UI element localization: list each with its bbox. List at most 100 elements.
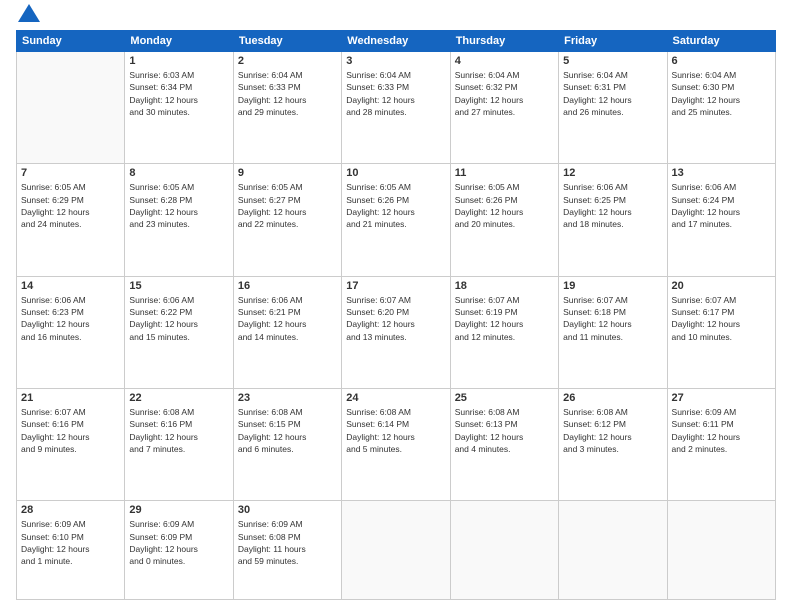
day-number: 21 [21,392,120,404]
day-number: 12 [563,167,662,179]
day-info: Sunrise: 6:08 AM Sunset: 6:12 PM Dayligh… [563,406,662,455]
day-number: 8 [129,167,228,179]
calendar-cell: 23 Sunrise: 6:08 AM Sunset: 6:15 PM Dayli… [233,388,341,500]
calendar-cell: 18 Sunrise: 6:07 AM Sunset: 6:19 PM Dayli… [450,276,558,388]
day-number: 14 [21,280,120,292]
calendar-header-thursday: Thursday [450,31,558,52]
calendar-cell: 24 Sunrise: 6:08 AM Sunset: 6:14 PM Dayli… [342,388,450,500]
day-info: Sunrise: 6:09 AM Sunset: 6:10 PM Dayligh… [21,518,120,567]
calendar-cell: 29Sunrise: 6:09 AM Sunset: 6:09 PM Dayli… [125,501,233,600]
day-info: Sunrise: 6:06 AM Sunset: 6:21 PM Dayligh… [238,294,337,343]
day-number: 30 [238,504,337,516]
day-number: 23 [238,392,337,404]
day-info: Sunrise: 6:04 AM Sunset: 6:33 PM Dayligh… [238,69,337,118]
day-info: Sunrise: 6:06 AM Sunset: 6:22 PM Dayligh… [129,294,228,343]
calendar-header-friday: Friday [559,31,667,52]
day-info: Sunrise: 6:05 AM Sunset: 6:26 PM Dayligh… [455,181,554,230]
calendar-week-5: 28 Sunrise: 6:09 AM Sunset: 6:10 PM Dayli… [17,501,776,600]
calendar-cell: 20 Sunrise: 6:07 AM Sunset: 6:17 PM Dayli… [667,276,775,388]
day-number: 27 [672,392,771,404]
calendar-cell: 8 Sunrise: 6:05 AM Sunset: 6:28 PM Daylig… [125,164,233,276]
day-number: 17 [346,280,445,292]
day-number: 9 [238,167,337,179]
calendar-cell: 1 Sunrise: 6:03 AM Sunset: 6:34 PM Daylig… [125,52,233,164]
day-info: Sunrise: 6:05 AM Sunset: 6:27 PM Dayligh… [238,181,337,230]
day-number: 1 [129,55,228,67]
calendar-week-2: 7 Sunrise: 6:05 AM Sunset: 6:29 PM Daylig… [17,164,776,276]
page: SundayMondayTuesdayWednesdayThursdayFrid… [0,0,792,612]
calendar-header-wednesday: Wednesday [342,31,450,52]
day-number: 16 [238,280,337,292]
day-number: 2 [238,55,337,67]
day-info: Sunrise: 6:04 AM Sunset: 6:33 PM Dayligh… [346,69,445,118]
logo-icon [18,4,40,22]
calendar-cell: 10 Sunrise: 6:05 AM Sunset: 6:26 PM Dayli… [342,164,450,276]
calendar-cell: 5Sunrise: 6:04 AM Sunset: 6:31 PM Daylig… [559,52,667,164]
day-info: Sunrise: 6:05 AM Sunset: 6:28 PM Dayligh… [129,181,228,230]
calendar-cell [667,501,775,600]
day-info: Sunrise: 6:03 AM Sunset: 6:34 PM Dayligh… [129,69,228,118]
calendar-cell: 26Sunrise: 6:08 AM Sunset: 6:12 PM Dayli… [559,388,667,500]
calendar-cell: 22 Sunrise: 6:08 AM Sunset: 6:16 PM Dayli… [125,388,233,500]
calendar-cell: 7 Sunrise: 6:05 AM Sunset: 6:29 PM Daylig… [17,164,125,276]
calendar-header-saturday: Saturday [667,31,775,52]
day-number: 24 [346,392,445,404]
calendar-cell: 9 Sunrise: 6:05 AM Sunset: 6:27 PM Daylig… [233,164,341,276]
calendar-cell: 2 Sunrise: 6:04 AM Sunset: 6:33 PM Daylig… [233,52,341,164]
day-info: Sunrise: 6:07 AM Sunset: 6:19 PM Dayligh… [455,294,554,343]
day-number: 4 [455,55,554,67]
day-info: Sunrise: 6:07 AM Sunset: 6:18 PM Dayligh… [563,294,662,343]
calendar-cell: 4 Sunrise: 6:04 AM Sunset: 6:32 PM Daylig… [450,52,558,164]
calendar-cell: 28 Sunrise: 6:09 AM Sunset: 6:10 PM Dayli… [17,501,125,600]
calendar-cell: 15 Sunrise: 6:06 AM Sunset: 6:22 PM Dayli… [125,276,233,388]
day-info: Sunrise: 6:04 AM Sunset: 6:32 PM Dayligh… [455,69,554,118]
day-number: 25 [455,392,554,404]
header [16,12,776,22]
day-info: Sunrise: 6:08 AM Sunset: 6:16 PM Dayligh… [129,406,228,455]
day-number: 15 [129,280,228,292]
calendar-cell: 16 Sunrise: 6:06 AM Sunset: 6:21 PM Dayli… [233,276,341,388]
day-number: 11 [455,167,554,179]
calendar-cell: 3 Sunrise: 6:04 AM Sunset: 6:33 PM Daylig… [342,52,450,164]
day-info: Sunrise: 6:05 AM Sunset: 6:29 PM Dayligh… [21,181,120,230]
day-number: 13 [672,167,771,179]
day-number: 6 [672,55,771,67]
day-number: 19 [563,280,662,292]
day-info: Sunrise: 6:08 AM Sunset: 6:15 PM Dayligh… [238,406,337,455]
calendar-cell: 6 Sunrise: 6:04 AM Sunset: 6:30 PM Daylig… [667,52,775,164]
day-number: 28 [21,504,120,516]
calendar-cell [342,501,450,600]
calendar-cell: 12 Sunrise: 6:06 AM Sunset: 6:25 PM Dayli… [559,164,667,276]
calendar-cell: 17 Sunrise: 6:07 AM Sunset: 6:20 PM Dayli… [342,276,450,388]
calendar-cell [559,501,667,600]
day-info: Sunrise: 6:04 AM Sunset: 6:30 PM Dayligh… [672,69,771,118]
day-info: Sunrise: 6:08 AM Sunset: 6:14 PM Dayligh… [346,406,445,455]
calendar-cell: 19 Sunrise: 6:07 AM Sunset: 6:18 PM Dayli… [559,276,667,388]
day-info: Sunrise: 6:07 AM Sunset: 6:16 PM Dayligh… [21,406,120,455]
day-info: Sunrise: 6:06 AM Sunset: 6:25 PM Dayligh… [563,181,662,230]
day-info: Sunrise: 6:09 AM Sunset: 6:08 PM Dayligh… [238,518,337,567]
day-number: 18 [455,280,554,292]
day-number: 22 [129,392,228,404]
calendar-cell: 21 Sunrise: 6:07 AM Sunset: 6:16 PM Dayli… [17,388,125,500]
day-info: Sunrise: 6:07 AM Sunset: 6:20 PM Dayligh… [346,294,445,343]
day-number: 20 [672,280,771,292]
day-info: Sunrise: 6:05 AM Sunset: 6:26 PM Dayligh… [346,181,445,230]
logo [16,12,40,22]
day-number: 29 [129,504,228,516]
calendar-header-monday: Monday [125,31,233,52]
day-number: 10 [346,167,445,179]
calendar-cell: 11 Sunrise: 6:05 AM Sunset: 6:26 PM Dayli… [450,164,558,276]
calendar-cell: 13Sunrise: 6:06 AM Sunset: 6:24 PM Dayli… [667,164,775,276]
day-info: Sunrise: 6:08 AM Sunset: 6:13 PM Dayligh… [455,406,554,455]
day-info: Sunrise: 6:06 AM Sunset: 6:23 PM Dayligh… [21,294,120,343]
day-number: 3 [346,55,445,67]
day-number: 7 [21,167,120,179]
day-info: Sunrise: 6:07 AM Sunset: 6:17 PM Dayligh… [672,294,771,343]
day-info: Sunrise: 6:04 AM Sunset: 6:31 PM Dayligh… [563,69,662,118]
calendar-cell [450,501,558,600]
calendar-cell [17,52,125,164]
calendar-header-tuesday: Tuesday [233,31,341,52]
calendar-week-3: 14 Sunrise: 6:06 AM Sunset: 6:23 PM Dayli… [17,276,776,388]
calendar-cell: 30 Sunrise: 6:09 AM Sunset: 6:08 PM Dayli… [233,501,341,600]
